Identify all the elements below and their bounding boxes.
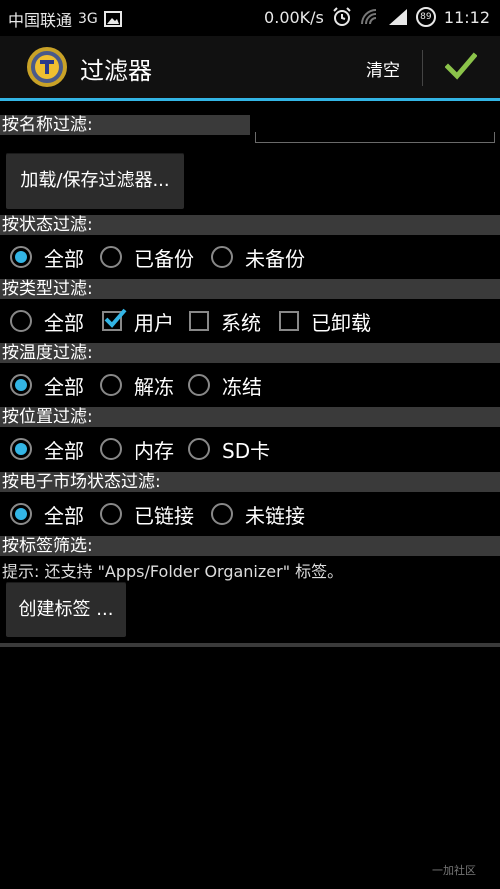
market-filter-header: 按电子市场状态过滤: (0, 472, 500, 492)
load-save-filter-button[interactable]: 加载/保存过滤器... (6, 153, 184, 209)
temperature-filter-header: 按温度过滤: (0, 343, 500, 363)
market-option-all[interactable]: 全部 (10, 494, 84, 534)
network-speed: 0.00K/s (264, 7, 324, 27)
tag-filter-header: 按标签筛选: (0, 536, 500, 556)
radio-selected[interactable] (10, 438, 32, 460)
alarm-icon (333, 7, 351, 26)
battery-level: 89 (420, 12, 432, 22)
radio-selected[interactable] (10, 246, 32, 268)
radio-selected[interactable] (10, 374, 32, 396)
market-option-unlinked[interactable]: 未链接 (211, 494, 305, 534)
carrier-name: 中国联通 (8, 11, 73, 30)
radio-selected[interactable] (10, 503, 32, 525)
status-option-backed-up[interactable]: 已备份 (100, 237, 194, 277)
name-filter-input[interactable] (255, 112, 495, 143)
image-notification-icon (103, 11, 122, 27)
radio[interactable] (211, 246, 233, 268)
radio[interactable] (188, 438, 210, 460)
type-filter-options: 全部 用户 系统 已卸载 (0, 301, 500, 341)
tag-hint-text: 提示: 还支持 "Apps/Folder Organizer" 标签。 (2, 562, 344, 581)
wifi-icon (360, 9, 377, 25)
type-option-uninstalled[interactable]: 已卸载 (279, 301, 371, 341)
bottom-divider (0, 643, 500, 647)
location-option-sdcard[interactable]: SD卡 (188, 429, 270, 469)
check-icon[interactable] (445, 51, 477, 81)
watermark: 一加社区 (432, 864, 476, 877)
temp-option-all[interactable]: 全部 (10, 365, 84, 405)
page-title: 过滤器 (80, 57, 152, 85)
checkmark-icon (104, 308, 127, 328)
radio[interactable] (211, 503, 233, 525)
action-bar: 过滤器 清空 (0, 36, 500, 101)
market-filter-options: 全部 已链接 未链接 (0, 494, 500, 534)
temp-option-frozen[interactable]: 冻结 (188, 365, 262, 405)
type-filter-header: 按类型过滤: (0, 279, 500, 299)
location-option-all[interactable]: 全部 (10, 429, 84, 469)
signal-icon (388, 9, 407, 25)
status-option-all[interactable]: 全部 (10, 237, 84, 277)
input-edge (255, 132, 256, 142)
status-bar: 中国联通 3G 0.00K/s 89 11:12 (0, 0, 500, 36)
market-option-linked[interactable]: 已链接 (100, 494, 194, 534)
clear-button[interactable]: 清空 (366, 56, 400, 81)
checkbox-checked[interactable] (102, 308, 127, 331)
radio[interactable] (10, 310, 32, 332)
status-filter-header: 按状态过滤: (0, 215, 500, 235)
action-divider (422, 50, 423, 86)
clock: 11:12 (443, 7, 490, 27)
create-tag-button[interactable]: 创建标签 ... (6, 582, 126, 637)
location-filter-header: 按位置过滤: (0, 407, 500, 427)
name-filter-label: 按名称过滤: (0, 115, 250, 135)
app-logo-icon[interactable] (27, 47, 67, 87)
location-option-internal[interactable]: 内存 (100, 429, 174, 469)
type-option-system[interactable]: 系统 (189, 301, 261, 341)
temperature-filter-options: 全部 解冻 冻结 (0, 365, 500, 405)
radio[interactable] (188, 374, 210, 396)
status-option-not-backed-up[interactable]: 未备份 (211, 237, 305, 277)
location-filter-options: 全部 内存 SD卡 (0, 429, 500, 469)
radio[interactable] (100, 374, 122, 396)
type-option-user[interactable]: 用户 (102, 301, 174, 341)
network-type: 3G (78, 11, 98, 27)
input-edge (494, 132, 495, 142)
radio[interactable] (100, 438, 122, 460)
temp-option-unfrozen[interactable]: 解冻 (100, 365, 174, 405)
radio[interactable] (100, 246, 122, 268)
status-filter-options: 全部 已备份 未备份 (0, 237, 500, 277)
type-option-all[interactable]: 全部 (10, 301, 84, 341)
radio[interactable] (100, 503, 122, 525)
checkbox[interactable] (189, 311, 209, 331)
checkbox[interactable] (279, 311, 299, 331)
battery-icon: 89 (415, 7, 436, 27)
